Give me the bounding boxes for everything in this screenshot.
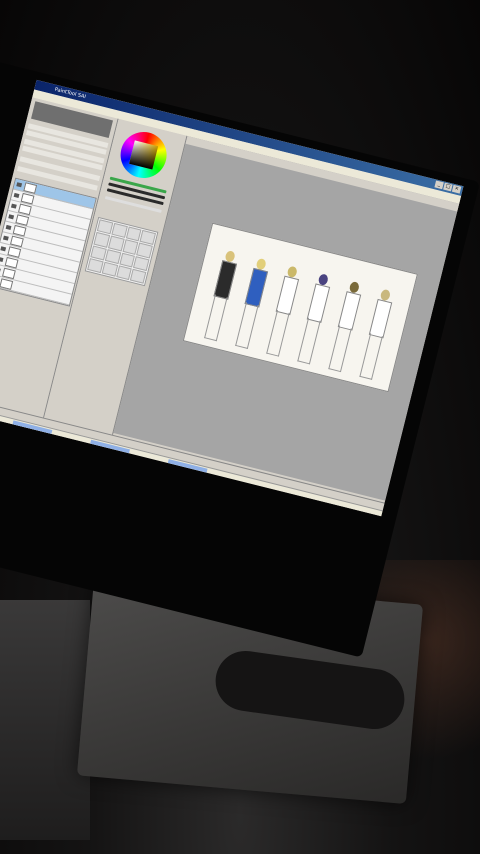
layer-thumbnail <box>0 277 14 290</box>
eye-icon[interactable] <box>10 203 17 209</box>
character-body <box>275 275 300 316</box>
character-body <box>306 283 331 323</box>
character-legs <box>328 325 352 373</box>
character-legs <box>266 309 290 357</box>
character-body <box>244 267 269 308</box>
tool-options <box>69 277 144 350</box>
eye-icon[interactable] <box>8 214 15 220</box>
brush-tool-button[interactable] <box>130 268 147 284</box>
character-body <box>213 260 238 300</box>
character-legs <box>204 294 228 342</box>
eye-icon[interactable] <box>0 246 7 252</box>
eye-icon[interactable] <box>0 267 1 273</box>
close-button[interactable]: × <box>451 184 462 194</box>
eye-icon[interactable] <box>5 224 12 231</box>
character-body <box>337 291 362 331</box>
character-legs <box>359 333 383 380</box>
character-figure <box>357 288 394 380</box>
eye-icon[interactable] <box>2 235 9 241</box>
character-figure <box>232 257 269 349</box>
eye-icon[interactable] <box>16 182 23 188</box>
character-legs <box>297 317 321 365</box>
eye-icon[interactable] <box>13 192 20 198</box>
eye-icon[interactable] <box>0 256 4 263</box>
artwork-canvas[interactable] <box>182 222 418 393</box>
character-figure <box>201 249 238 342</box>
color-slider[interactable] <box>104 195 162 213</box>
character-figure <box>326 280 363 373</box>
character-body <box>368 298 393 339</box>
brush-tool-grid <box>84 216 159 287</box>
character-figure <box>295 272 332 365</box>
character-legs <box>235 302 259 349</box>
character-figure <box>264 265 301 357</box>
desk-object <box>0 600 90 840</box>
